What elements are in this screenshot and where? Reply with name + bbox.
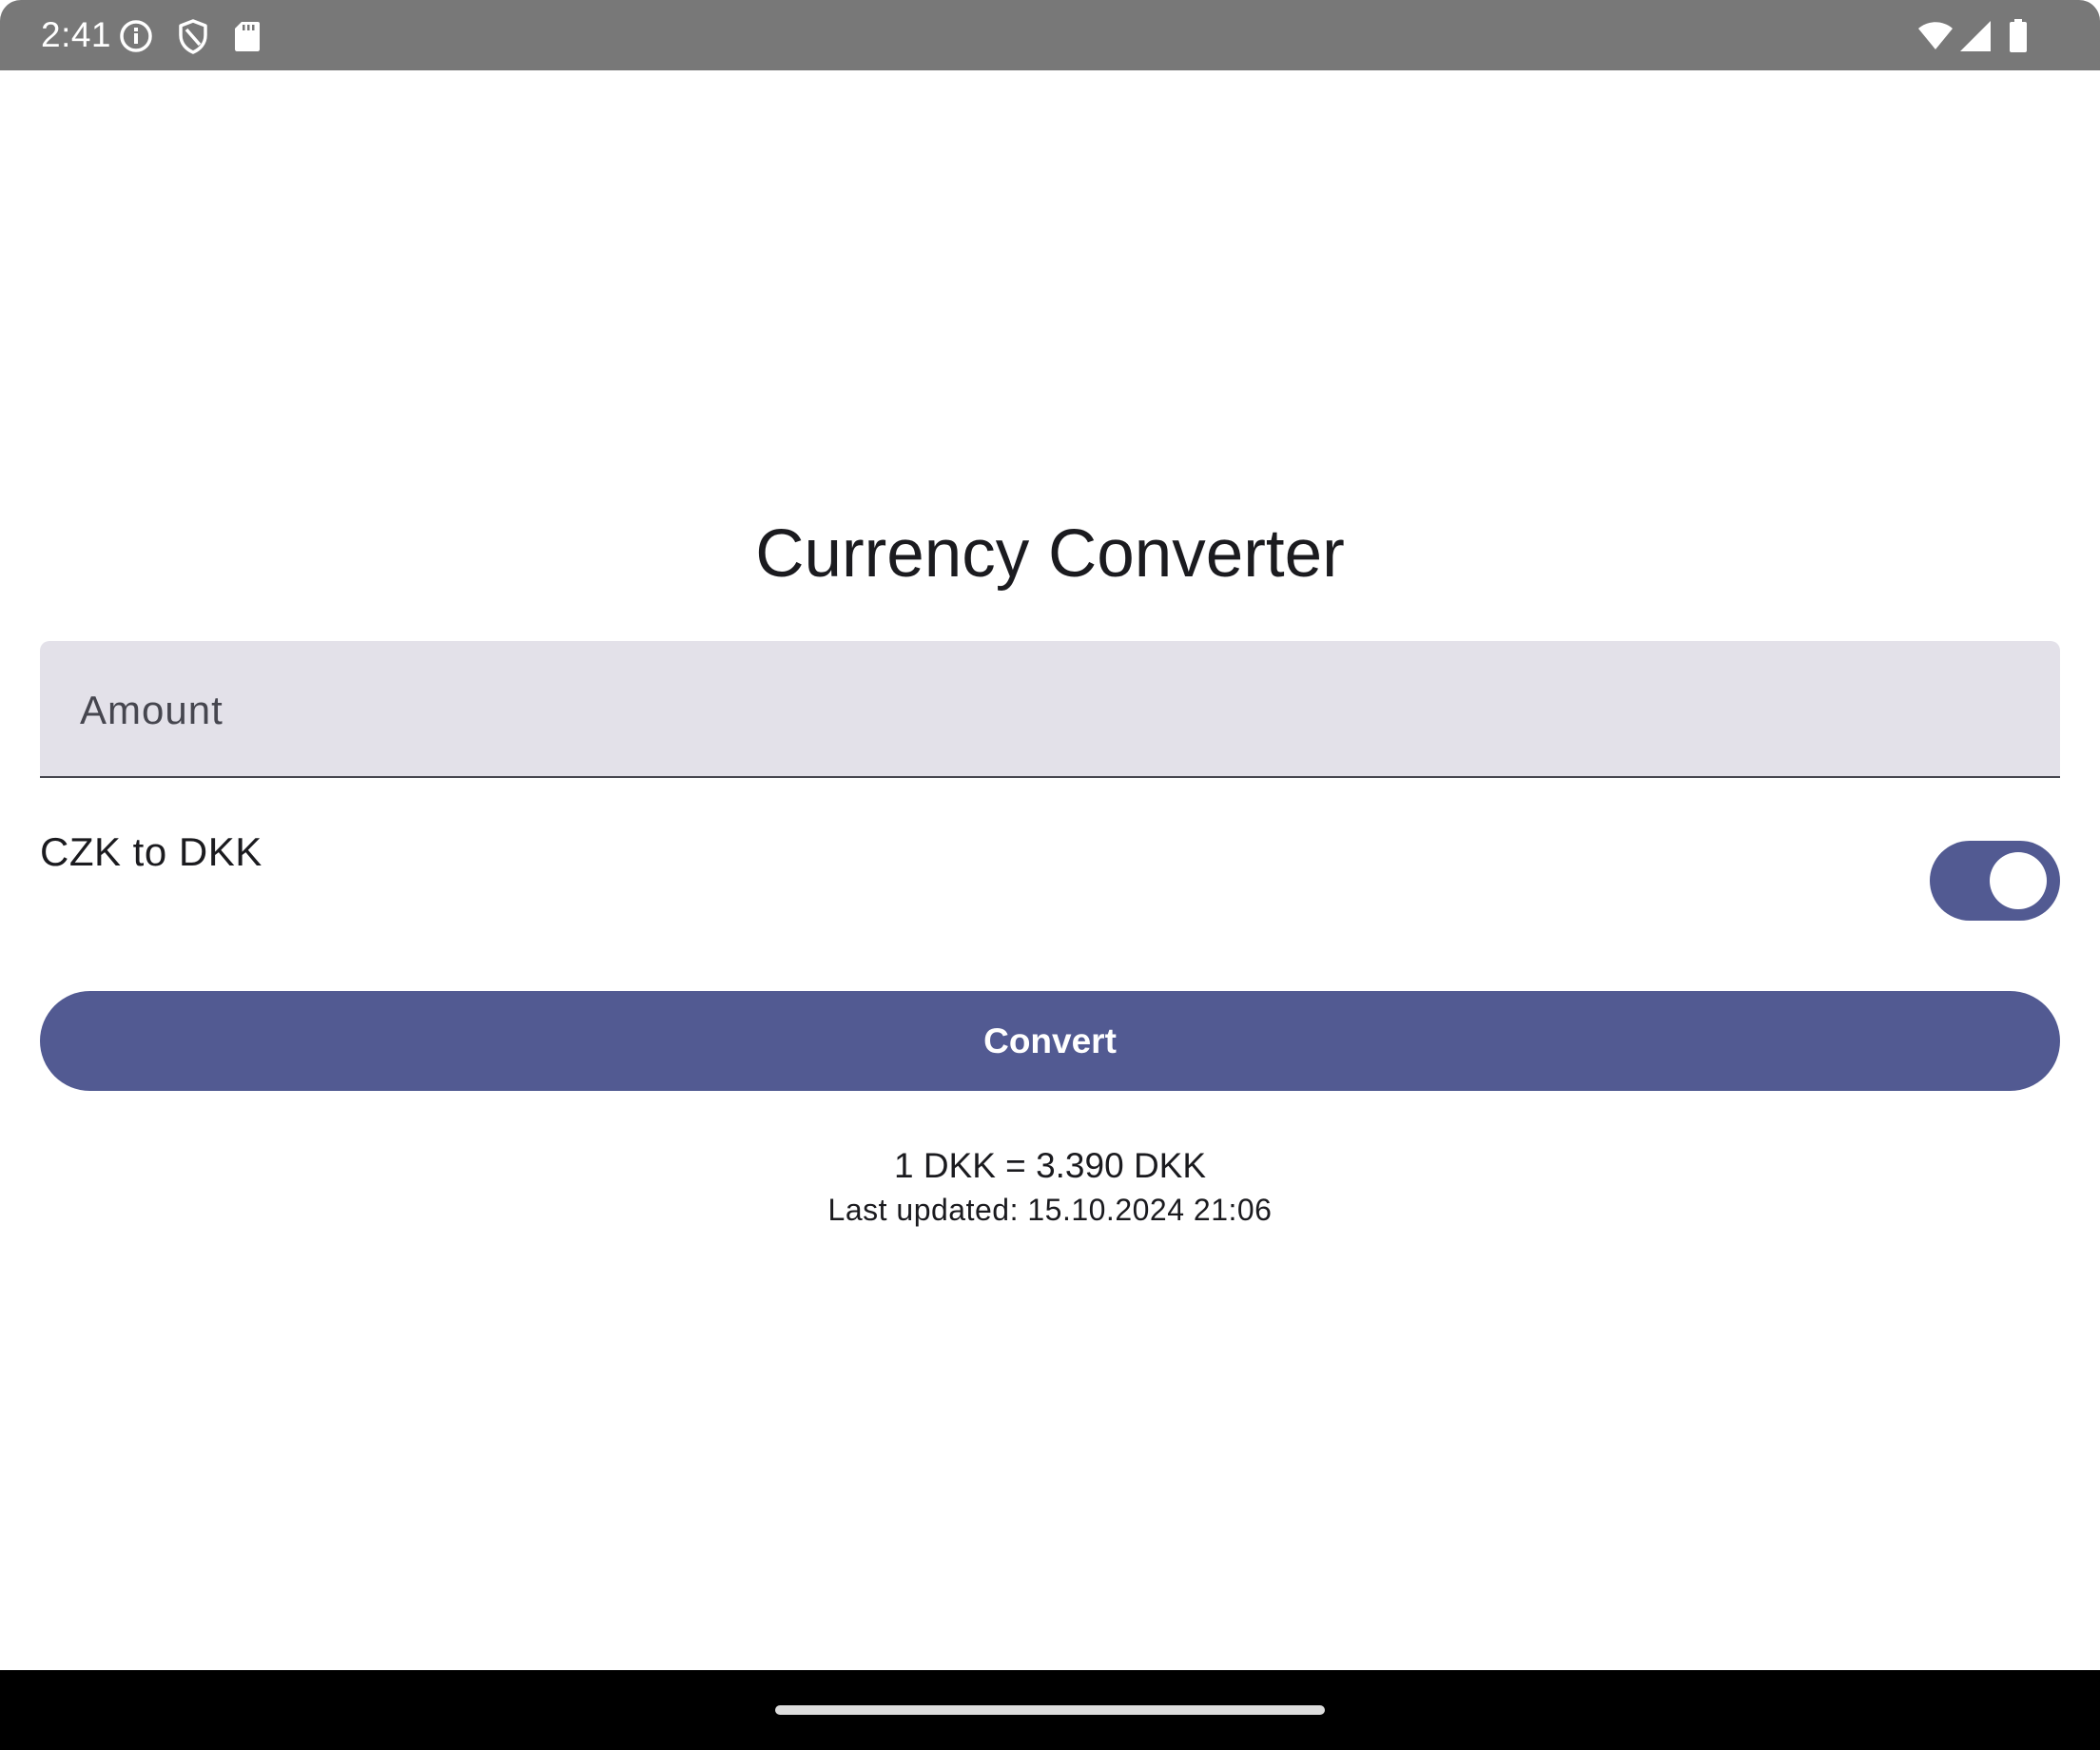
- shield-icon: [174, 17, 212, 55]
- toggle-thumb: [1990, 852, 2047, 909]
- exchange-rate-text: 1 DKK = 3.390 DKK: [893, 1146, 1207, 1185]
- wifi-icon: [1916, 17, 1954, 55]
- last-updated-text: Last updated: 15.10.2024 21:06: [827, 1193, 1273, 1227]
- status-time: 2:41: [41, 15, 112, 54]
- sd-card-icon: [228, 17, 266, 55]
- amount-input[interactable]: [80, 677, 1982, 744]
- convert-button[interactable]: Convert: [40, 991, 2060, 1091]
- direction-toggle[interactable]: [1930, 841, 2060, 921]
- navigation-bar: [0, 1670, 2100, 1750]
- info-icon: [117, 17, 155, 55]
- app-screen: 2:41 Currency Converter Amount CZK to DK…: [0, 0, 2100, 1750]
- home-gesture-handle[interactable]: [775, 1705, 1325, 1715]
- amount-field[interactable]: [40, 641, 2060, 778]
- status-bar: 2:41: [0, 0, 2100, 70]
- page-title: Currency Converter: [755, 516, 1345, 592]
- battery-icon: [1999, 17, 2037, 55]
- signal-icon: [1957, 17, 1995, 55]
- direction-label: CZK to DKK: [40, 829, 262, 874]
